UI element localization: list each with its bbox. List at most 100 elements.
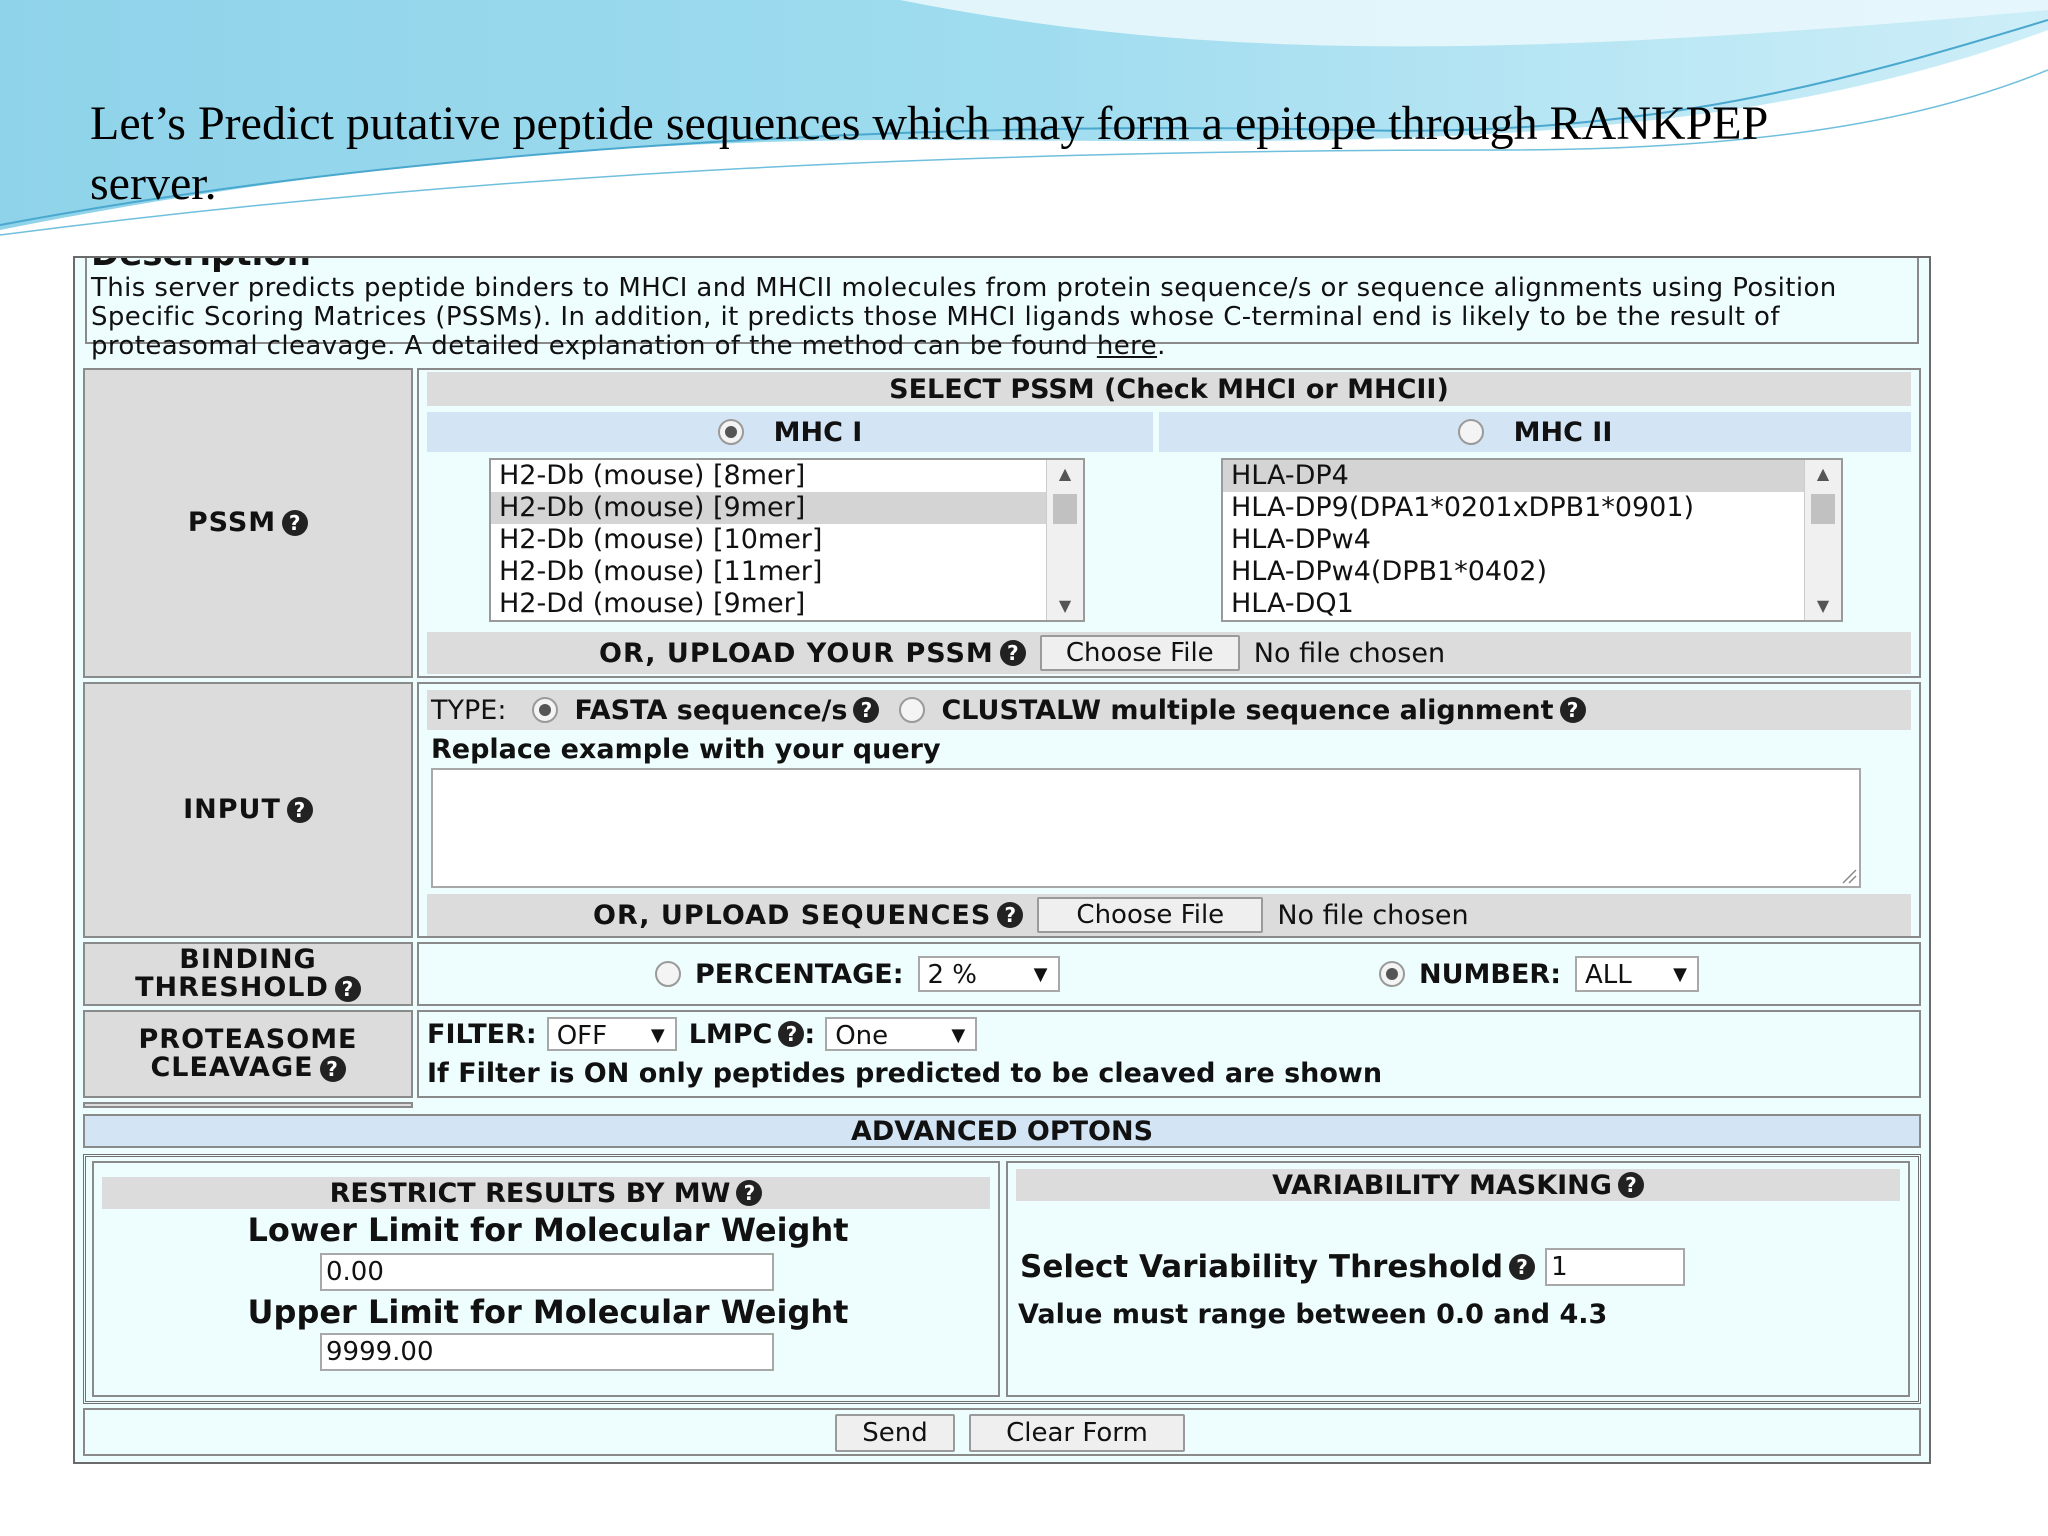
binding-label-line1: BINDING	[179, 944, 317, 975]
binding-threshold-panel: PERCENTAGE: 2 % ▼ NUMBER: ALL ▼	[417, 942, 1921, 1006]
mhc1-radio[interactable]	[717, 419, 744, 445]
clear-form-button[interactable]: Clear Form	[969, 1414, 1185, 1452]
mhc2-scrollbar[interactable]: ▲ ▼	[1804, 460, 1841, 620]
proteasome-label-cell: PROTEASOME CLEAVAGE?	[83, 1010, 413, 1098]
help-icon[interactable]: ?	[334, 975, 361, 1002]
lower-mw-label: Lower Limit for Molecular Weight	[247, 1211, 849, 1249]
mhc2-radio[interactable]	[1457, 419, 1484, 445]
list-item[interactable]: H2-Db (mouse) [11mer]	[491, 556, 1083, 588]
actions-row: Send Clear Form	[83, 1408, 1921, 1456]
pssm-header: SELECT PSSM (Check MHCI or MHCII)	[427, 372, 1911, 406]
clustalw-radio[interactable]	[899, 697, 926, 723]
filter-note: If Filter is ON only peptides predicted …	[427, 1057, 1383, 1089]
lmpc-label: LMPC	[688, 1018, 773, 1050]
lower-mw-input[interactable]: 0.00	[320, 1253, 774, 1291]
list-item-selected[interactable]: H2-Db (mouse) [9mer]	[491, 492, 1083, 524]
list-item-selected[interactable]: HLA-DP4	[1223, 460, 1841, 492]
fasta-label: FASTA sequence/s	[574, 694, 848, 726]
list-item[interactable]: HLA-DP9(DPA1*0201xDPB1*0901)	[1223, 492, 1841, 524]
help-icon[interactable]: ?	[286, 797, 313, 823]
sequence-no-file-text: No file chosen	[1277, 899, 1469, 931]
mhc2-pssm-list[interactable]: HLA-DP4 HLA-DP9(DPA1*0201xDPB1*0901) HLA…	[1221, 458, 1843, 622]
dropdown-arrow-icon: ▼	[650, 1025, 665, 1046]
list-item[interactable]: HLA-DPw4	[1223, 524, 1841, 556]
scroll-thumb[interactable]	[1811, 494, 1835, 524]
mw-restrict-panel: RESTRICT RESULTS BY MW? Lower Limit for …	[92, 1161, 1000, 1397]
dropdown-arrow-icon: ▼	[1033, 964, 1048, 985]
input-type-label: TYPE:	[431, 694, 507, 726]
description-heading: Description	[91, 258, 1913, 274]
percentage-radio[interactable]	[655, 961, 681, 987]
percentage-select[interactable]: 2 % ▼	[917, 956, 1060, 992]
dropdown-arrow-icon: ▼	[1673, 964, 1688, 985]
pssm-label: PSSM	[187, 507, 277, 538]
number-select[interactable]: ALL ▼	[1575, 956, 1700, 992]
variability-header-row: VARIABILITY MASKING?	[1016, 1169, 1900, 1201]
list-item[interactable]: H2-Dd (mouse) [9mer]	[491, 588, 1083, 620]
mw-header-row: RESTRICT RESULTS BY MW?	[102, 1177, 990, 1209]
help-icon[interactable]: ?	[1509, 1254, 1536, 1280]
fasta-radio[interactable]	[532, 697, 559, 723]
variability-header: VARIABILITY MASKING	[1272, 1169, 1612, 1201]
scroll-down-icon[interactable]: ▼	[1047, 592, 1083, 620]
list-item[interactable]: HLA-DQ1	[1223, 588, 1841, 620]
mhc1-radio-row[interactable]: MHC I	[427, 412, 1153, 452]
slide-title: Let’s Predict putative peptide sequences…	[90, 97, 1767, 210]
rankpep-form-screenshot: Description This server predicts peptide…	[73, 256, 1931, 1464]
sequence-upload-label: OR, UPLOAD SEQUENCES	[593, 899, 992, 931]
percentage-label: PERCENTAGE:	[695, 958, 904, 990]
clustalw-label: CLUSTALW multiple sequence alignment	[941, 694, 1554, 726]
help-icon[interactable]: ?	[282, 510, 309, 536]
variability-masking-panel: VARIABILITY MASKING? Select Variability …	[1006, 1161, 1910, 1397]
pssm-upload-row: OR, UPLOAD YOUR PSSM? Choose File No fil…	[427, 632, 1911, 674]
proteasome-label-line1: PROTEASOME	[138, 1024, 358, 1055]
scroll-down-icon[interactable]: ▼	[1805, 592, 1841, 620]
help-icon[interactable]: ?	[1617, 1172, 1644, 1198]
filter-select[interactable]: OFF ▼	[546, 1017, 677, 1051]
mhc2-radio-row[interactable]: MHC II	[1159, 412, 1911, 452]
binding-threshold-label-cell: BINDING THRESHOLD?	[83, 942, 413, 1006]
upper-mw-input[interactable]: 9999.00	[320, 1333, 774, 1371]
divider-cell	[83, 1102, 413, 1108]
help-icon[interactable]: ?	[853, 697, 880, 723]
mhc1-pssm-list[interactable]: H2-Db (mouse) [8mer] H2-Db (mouse) [9mer…	[489, 458, 1085, 622]
mhc2-label: MHC II	[1513, 416, 1613, 448]
number-radio[interactable]	[1379, 961, 1405, 987]
resize-handle-icon[interactable]	[1839, 866, 1857, 884]
variability-note: Value must range between 0.0 and 4.3	[1018, 1298, 1608, 1330]
query-textarea[interactable]	[431, 768, 1861, 888]
description-here-link[interactable]: here	[1097, 331, 1157, 361]
scroll-up-icon[interactable]: ▲	[1047, 460, 1083, 488]
pssm-no-file-text: No file chosen	[1253, 637, 1446, 669]
variability-threshold-label: Select Variability Threshold	[1020, 1249, 1504, 1285]
help-icon[interactable]: ?	[319, 1055, 346, 1082]
pssm-choose-file-button[interactable]: Choose File	[1039, 635, 1240, 671]
help-icon[interactable]: ?	[778, 1021, 805, 1047]
advanced-options-header: ADVANCED OPTONS	[83, 1114, 1921, 1148]
help-icon[interactable]: ?	[1559, 697, 1586, 723]
send-button[interactable]: Send	[835, 1414, 955, 1452]
list-item[interactable]: H2-Db (mouse) [10mer]	[491, 524, 1083, 556]
help-icon[interactable]: ?	[999, 640, 1026, 666]
dropdown-arrow-icon: ▼	[951, 1025, 966, 1046]
help-icon[interactable]: ?	[736, 1180, 763, 1206]
filter-label: FILTER:	[427, 1018, 537, 1050]
proteasome-panel: FILTER: OFF ▼ LMPC?: One ▼ If Filter is ON…	[417, 1010, 1921, 1098]
scroll-up-icon[interactable]: ▲	[1805, 460, 1841, 488]
advanced-options-panel: RESTRICT RESULTS BY MW? Lower Limit for …	[83, 1154, 1921, 1404]
variability-threshold-input[interactable]: 1	[1545, 1248, 1686, 1286]
list-item[interactable]: H2-Db (mouse) [8mer]	[491, 460, 1083, 492]
pssm-label-cell: PSSM?	[83, 368, 413, 678]
scroll-thumb[interactable]	[1053, 494, 1077, 524]
sequence-upload-row: OR, UPLOAD SEQUENCES? Choose File No fil…	[427, 894, 1911, 936]
replace-example-label: Replace example with your query	[431, 733, 941, 765]
proteasome-label-line2: CLEAVAGE	[150, 1052, 314, 1083]
number-label: NUMBER:	[1419, 958, 1562, 990]
list-item[interactable]: HLA-DPw4(DPB1*0402)	[1223, 556, 1841, 588]
input-type-row: TYPE: FASTA sequence/s? CLUSTALW multipl…	[427, 690, 1911, 730]
sequence-choose-file-button[interactable]: Choose File	[1037, 897, 1264, 933]
help-icon[interactable]: ?	[997, 902, 1024, 928]
pssm-upload-label: OR, UPLOAD YOUR PSSM	[599, 637, 994, 669]
mhc1-scrollbar[interactable]: ▲ ▼	[1046, 460, 1083, 620]
lmpc-select[interactable]: One ▼	[825, 1017, 978, 1051]
